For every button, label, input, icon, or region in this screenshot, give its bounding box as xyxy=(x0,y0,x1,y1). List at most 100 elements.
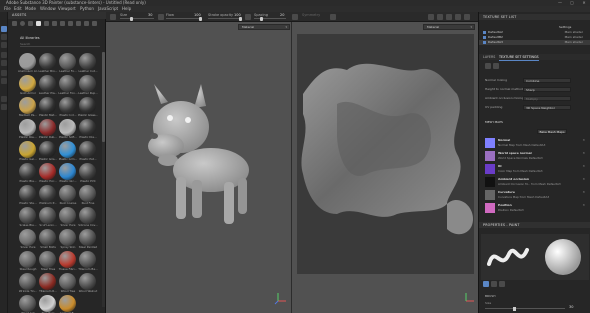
lazy-mouse-icon[interactable] xyxy=(330,14,336,20)
add-channel-icon[interactable] xyxy=(485,63,491,69)
filter-environments-icon[interactable] xyxy=(76,21,81,26)
channel-settings-icon[interactable] xyxy=(493,63,499,69)
size-value[interactable]: 30 xyxy=(148,13,152,17)
render-icon[interactable] xyxy=(437,14,443,20)
brush-size-value[interactable]: 30 xyxy=(569,305,573,309)
projection-icon[interactable] xyxy=(1,42,7,48)
material-thumbnail[interactable]: Rust Fine xyxy=(78,185,97,206)
remove-map-icon[interactable]: ✕ xyxy=(582,177,585,181)
material-thumbnail[interactable]: Plastic Ste... xyxy=(18,185,37,206)
material-thumbnail[interactable]: Zinc Pure xyxy=(38,295,57,313)
bake-mesh-maps-button[interactable]: Bake Mesh Maps xyxy=(537,129,567,134)
stencil-tab-icon[interactable] xyxy=(499,281,505,287)
filter-generators-icon[interactable] xyxy=(68,21,73,26)
material-thumbnail[interactable]: Cement B... xyxy=(58,295,77,313)
filter-materials-icon[interactable] xyxy=(20,21,25,26)
texture-set-settings-button[interactable]: Settings xyxy=(559,25,571,29)
material-thumbnail[interactable]: Aluminium Ar... xyxy=(18,53,38,74)
material-thumbnail[interactable]: Scales Ble... xyxy=(18,207,37,228)
remove-map-icon[interactable]: ✕ xyxy=(582,164,585,168)
brush-size-slider[interactable] xyxy=(485,306,565,311)
bake-icon[interactable] xyxy=(1,96,7,102)
filter-particles-icon[interactable] xyxy=(84,21,89,26)
mesh-map-curvature[interactable]: Curvature Curvature Map from Mesh Defaul… xyxy=(483,189,587,202)
material-thumbnail[interactable]: Plastic Bla... xyxy=(18,163,37,184)
material-thumbnail[interactable]: Steel Painted xyxy=(78,229,97,250)
spacing-icon[interactable] xyxy=(245,14,251,20)
mesh-map-position[interactable]: Position Position DefaultA3 ✕ xyxy=(483,202,587,215)
viewport-2d[interactable]: Material ▾ xyxy=(291,22,478,313)
material-thumbnail[interactable]: Wood Walnut xyxy=(78,273,97,294)
mesh-map-id[interactable]: ID Color Map from Mesh DefaultA3 ✕ xyxy=(483,163,587,176)
brush-options-icon[interactable] xyxy=(110,14,116,20)
assets-search-input[interactable]: Search xyxy=(20,42,100,47)
assets-scrollbar[interactable] xyxy=(102,52,105,307)
material-thumbnail[interactable]: Rust Coarse xyxy=(58,185,77,206)
filter-filters-icon[interactable] xyxy=(60,21,65,26)
eraser-icon[interactable] xyxy=(1,34,7,40)
polygon-fill-icon[interactable] xyxy=(1,70,7,76)
remove-map-icon[interactable]: ✕ xyxy=(582,203,585,207)
material-thumbnail[interactable]: Plastic Ind... xyxy=(58,97,77,118)
spacing-slider[interactable] xyxy=(254,16,286,21)
material-thumbnail[interactable]: Plastic Mat... xyxy=(38,97,57,118)
material-thumbnail[interactable]: Plastic Gris... xyxy=(38,141,57,162)
material-thumbnail[interactable]: Silver Pure xyxy=(18,229,37,250)
material-thumbnail[interactable]: Wood Ash xyxy=(18,295,37,313)
material-thumbnail[interactable]: Plastic PVC xyxy=(78,163,97,184)
smudge-icon[interactable] xyxy=(1,52,7,58)
material-thumbnail[interactable]: Gold Armor xyxy=(18,75,37,96)
material-thumbnail[interactable]: Titanium R... xyxy=(38,273,57,294)
filter-textures-icon[interactable] xyxy=(36,21,41,26)
flow-slider[interactable] xyxy=(166,16,202,21)
viewport-3d[interactable]: Material ▾ xyxy=(106,22,291,313)
material-thumbnail[interactable]: Spray Skin xyxy=(58,229,77,250)
layout-icon[interactable] xyxy=(455,14,461,20)
filter-alphas-icon[interactable] xyxy=(52,21,57,26)
material-thumbnail[interactable]: Scuf Lenin... xyxy=(38,207,57,228)
remove-map-icon[interactable]: ✕ xyxy=(582,190,585,194)
mesh-map-ambient-occlusion[interactable]: Ambient occlusion Ambient Occlusion M...… xyxy=(483,176,587,189)
filter-more-icon[interactable] xyxy=(92,21,97,26)
material-thumbnail[interactable]: Titanium Ba... xyxy=(78,251,98,272)
remove-map-icon[interactable]: ✕ xyxy=(582,138,585,142)
material-tab-icon[interactable] xyxy=(491,281,497,287)
viewport-2d-mode-dropdown[interactable]: Material ▾ xyxy=(423,24,475,30)
texture-set-shader[interactable]: Main shader xyxy=(565,40,583,45)
brush-tab-icon[interactable] xyxy=(483,281,489,287)
screenshot-icon[interactable] xyxy=(464,14,470,20)
spacing-value[interactable]: 20 xyxy=(280,13,284,17)
filter-smart-materials-icon[interactable] xyxy=(28,21,33,26)
material-thumbnail[interactable]: Leather Fon... xyxy=(58,75,78,96)
material-thumbnail[interactable]: Plastic Dia... xyxy=(78,119,97,140)
filter-all-icon[interactable] xyxy=(12,21,17,26)
material-thumbnail[interactable]: Plastic Soft... xyxy=(58,119,77,140)
library-selector[interactable]: All libraries xyxy=(20,36,40,40)
mesh-map-normal[interactable]: Normal Normal Map from Mesh DefaultA3 ✕ xyxy=(483,137,587,150)
material-thumbnail[interactable]: Leather Rup... xyxy=(78,75,98,96)
material-thumbnail[interactable]: Plastic Pat... xyxy=(78,141,97,162)
normal-mixing-dropdown[interactable]: Combine xyxy=(523,78,571,83)
material-thumbnail[interactable]: Tissue Fibri... xyxy=(58,251,77,272)
uv-padding-dropdown[interactable]: 3D Space Neighbor xyxy=(523,105,571,110)
material-thumbnail[interactable]: Steel Tiles xyxy=(38,251,57,272)
material-thumbnail[interactable]: Leather Fo... xyxy=(58,53,77,74)
material-thumbnail[interactable]: Leather Bro... xyxy=(38,53,57,74)
texture-set-visibility-checkbox[interactable] xyxy=(483,41,486,44)
material-thumbnail[interactable]: Small Bolts xyxy=(38,229,57,250)
material-thumbnail[interactable]: Silver Pure xyxy=(58,207,77,228)
material-thumbnail[interactable]: Wood Tree xyxy=(58,273,77,294)
texture-set-visibility-checkbox[interactable] xyxy=(483,31,486,34)
height-to-normal-dropdown[interactable]: Sharp xyxy=(523,87,571,92)
material-thumbnail[interactable]: Medium Pa... xyxy=(18,97,37,118)
material-thumbnail[interactable]: Plastic Gel... xyxy=(18,141,37,162)
color-picker-icon[interactable] xyxy=(1,78,7,84)
texture-set-visibility-checkbox[interactable] xyxy=(483,36,486,39)
material-thumbnail[interactable]: Platinum P... xyxy=(38,185,57,206)
export-icon[interactable] xyxy=(1,104,7,110)
material-thumbnail[interactable]: Leather Cut... xyxy=(78,53,98,74)
material-thumbnail[interactable]: Plastic Hor... xyxy=(38,163,57,184)
flow-icon[interactable] xyxy=(158,14,164,20)
material-thumbnail[interactable]: Steel Rough xyxy=(18,251,37,272)
material-thumbnail[interactable]: Leather Pla... xyxy=(38,75,57,96)
